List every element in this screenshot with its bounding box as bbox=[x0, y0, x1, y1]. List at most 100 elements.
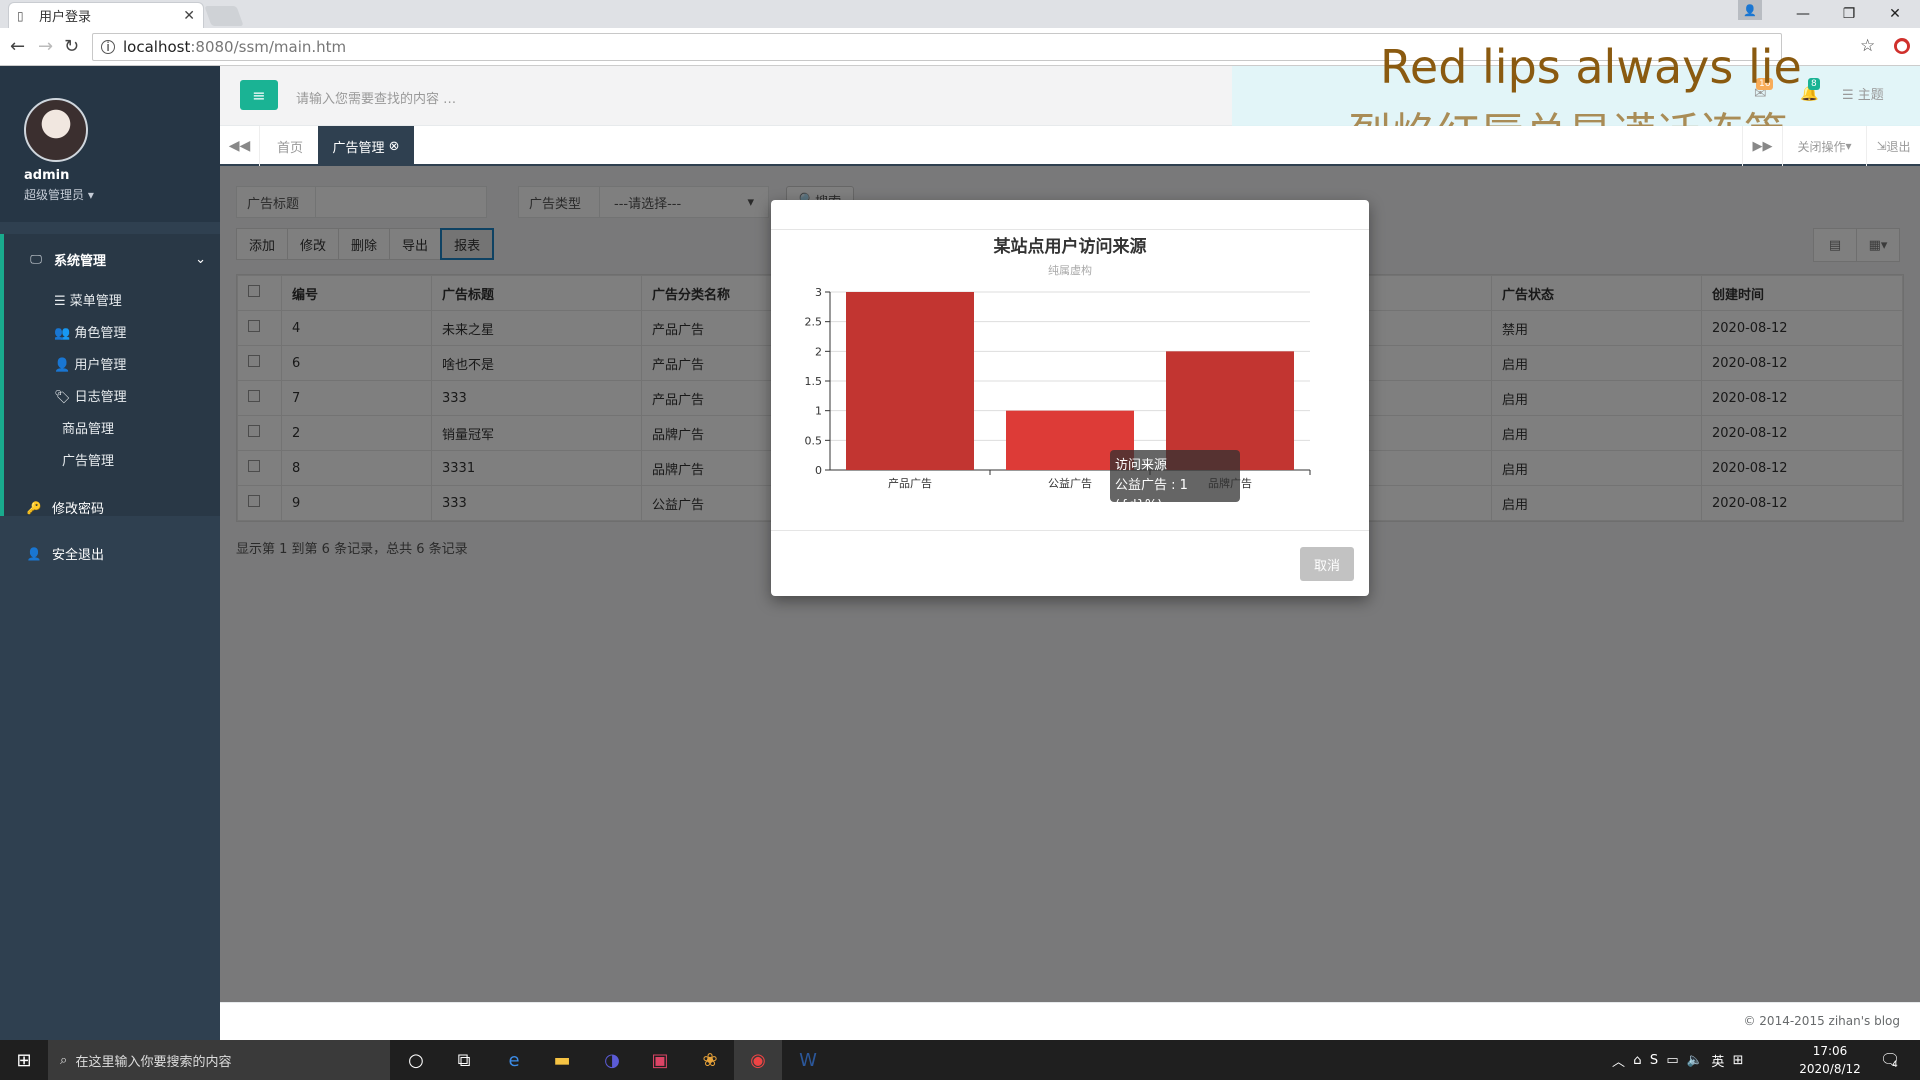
tooltip-title: 访问来源 bbox=[1115, 458, 1168, 473]
volume-icon[interactable]: 🔈 bbox=[1687, 1053, 1703, 1068]
sidebar-item-system[interactable]: 🖵 系统管理 ⌄ bbox=[26, 250, 206, 269]
user-role: 超级管理员 bbox=[24, 188, 85, 202]
taskbar-clock[interactable]: 17:06 2020/8/12 bbox=[1790, 1042, 1870, 1078]
app-icon[interactable]: ▣ bbox=[636, 1040, 684, 1080]
forward-icon[interactable]: → bbox=[38, 36, 53, 57]
word-icon[interactable]: W bbox=[784, 1040, 832, 1080]
tab-scroll-left-button[interactable]: ◀◀ bbox=[220, 126, 260, 166]
avatar[interactable] bbox=[24, 98, 88, 162]
caret-down-icon: ▾ bbox=[1845, 139, 1852, 153]
skype-icon[interactable]: S bbox=[1650, 1053, 1658, 1068]
chevron-down-icon: ⌄ bbox=[195, 252, 206, 267]
system-tray: ︿ ⌂ S ▭ 🔈 英 ⊞ bbox=[1612, 1040, 1744, 1080]
edge-icon[interactable]: e bbox=[490, 1040, 538, 1080]
key-icon: 🔑 bbox=[26, 500, 42, 515]
sidebar-item-goods[interactable]: 商品管理 bbox=[62, 418, 114, 437]
windows-start-icon[interactable]: ⊞ bbox=[0, 1040, 48, 1080]
eclipse-icon[interactable]: ◑ bbox=[588, 1040, 636, 1080]
sidebar-item-change-password[interactable]: 🔑 修改密码 bbox=[24, 498, 105, 518]
network-icon[interactable]: ⌂ bbox=[1633, 1053, 1641, 1068]
chart-tooltip: 访问来源 公益广告 : 1 ({d}%) bbox=[1110, 450, 1240, 513]
tab-title: 用户登录 bbox=[39, 10, 92, 25]
taskbar-search[interactable]: ⌕ 在这里输入你要搜索的内容 bbox=[48, 1040, 390, 1080]
y-tick-label: 2 bbox=[815, 345, 822, 358]
cancel-button[interactable]: 取消 bbox=[1300, 547, 1354, 581]
browser-titlebar bbox=[0, 0, 1920, 28]
close-operations-dropdown[interactable]: 关闭操作 ▾ bbox=[1782, 126, 1866, 166]
logout-button[interactable]: ⇲ 退出 bbox=[1866, 126, 1920, 166]
bars-icon: ≡ bbox=[252, 85, 266, 105]
sidebar-item-user[interactable]: 👤 用户管理 bbox=[54, 354, 126, 373]
tab-ad-management[interactable]: 广告管理 ⊗ bbox=[318, 126, 414, 166]
info-icon[interactable]: i bbox=[101, 40, 115, 54]
bookmark-star-icon[interactable]: ☆ bbox=[1860, 36, 1875, 56]
battery-icon[interactable]: ▭ bbox=[1666, 1053, 1678, 1068]
sign-out-icon: ⇲ bbox=[1876, 139, 1887, 153]
user-role-dropdown[interactable]: 超级管理员 ▾ bbox=[24, 186, 94, 203]
taskbar-search-placeholder: 在这里输入你要搜索的内容 bbox=[75, 1054, 232, 1070]
chart-subtitle: 纯属虚构 bbox=[1048, 263, 1092, 277]
watermark-line-1: Red lips always lie bbox=[1380, 40, 1802, 94]
sidebar-item-label: 修改密码 bbox=[52, 502, 105, 517]
photos-icon[interactable]: ❀ bbox=[686, 1040, 734, 1080]
chart-title: 某站点用户访问来源 bbox=[994, 236, 1147, 257]
modal-header bbox=[771, 200, 1369, 230]
ime-indicator[interactable]: 英 bbox=[1711, 1051, 1724, 1070]
sidebar-item-role[interactable]: 👥 角色管理 bbox=[54, 322, 126, 341]
reload-icon[interactable]: ↻ bbox=[64, 36, 79, 57]
chart-y-axis: 0 0.5 1 1.5 2 2.5 3 bbox=[805, 286, 831, 477]
sidebar-item-menu[interactable]: ☰ 菜单管理 bbox=[54, 290, 122, 309]
search-icon: ⌕ bbox=[60, 1052, 68, 1068]
user-icon: 👤 bbox=[54, 358, 71, 373]
extension-icon[interactable]: ⬤ bbox=[1894, 38, 1910, 54]
profile-icon[interactable]: 👤 bbox=[1738, 0, 1762, 20]
sidebar-item-label: 商品管理 bbox=[62, 422, 115, 437]
new-tab-button[interactable] bbox=[204, 6, 244, 26]
sidebar-item-ads[interactable]: 广告管理 bbox=[62, 450, 114, 469]
chevron-up-icon[interactable]: ︿ bbox=[1612, 1051, 1625, 1070]
page-icon: ▯ bbox=[17, 8, 24, 23]
sidebar-item-label: 广告管理 bbox=[62, 454, 115, 469]
theme-label: 主题 bbox=[1857, 88, 1884, 103]
tab-scroll-right-button[interactable]: ▶▶ bbox=[1742, 126, 1782, 166]
chart-bar[interactable] bbox=[846, 292, 974, 470]
notification-count: 4 bbox=[1892, 1060, 1898, 1070]
task-view-icon[interactable]: ⧉ bbox=[440, 1040, 488, 1080]
cortana-icon[interactable]: ○ bbox=[392, 1040, 440, 1080]
sidebar-item-log[interactable]: 🏷 日志管理 bbox=[54, 386, 127, 405]
copyright: © 2014-2015 zihan's blog bbox=[1743, 1014, 1900, 1028]
access-source-chart: 某站点用户访问来源 纯属虚构 00.511.522.53 产品广告公益广告品牌广… bbox=[805, 236, 1311, 490]
browser-tab[interactable]: ▯ 用户登录 ✕ bbox=[8, 2, 204, 28]
restore-button[interactable]: ❐ bbox=[1826, 0, 1872, 28]
sidebar-item-logout[interactable]: 👤 安全退出 bbox=[24, 544, 105, 564]
y-tick-label: 0.5 bbox=[805, 434, 823, 447]
footer bbox=[220, 1002, 1920, 1040]
sidebar-item-label: 菜单管理 bbox=[69, 294, 122, 309]
tab-label: 广告管理 bbox=[332, 140, 385, 156]
clock-date: 2020/8/12 bbox=[1799, 1062, 1861, 1076]
sliders-icon: ☰ bbox=[54, 294, 66, 309]
tab-close-icon[interactable]: ✕ bbox=[183, 8, 195, 24]
url-path: :8080/ssm/main.htm bbox=[190, 38, 347, 56]
x-tick-label: 产品广告 bbox=[888, 476, 932, 490]
close-window-button[interactable]: ✕ bbox=[1872, 0, 1918, 28]
keyboard-icon[interactable]: ⊞ bbox=[1733, 1053, 1744, 1068]
x-tick-label: 公益广告 bbox=[1048, 476, 1092, 490]
system-menu bbox=[0, 234, 220, 516]
tags-icon: 🏷 bbox=[54, 390, 71, 405]
file-explorer-icon[interactable]: ▬ bbox=[538, 1040, 586, 1080]
modal-footer bbox=[771, 530, 1369, 596]
minimize-button[interactable]: — bbox=[1780, 0, 1826, 28]
sidebar-item-label: 日志管理 bbox=[74, 390, 127, 405]
menu-toggle-button[interactable]: ≡ bbox=[240, 80, 278, 110]
content-tabs-bar bbox=[220, 126, 1920, 166]
users-icon: 👥 bbox=[54, 326, 71, 341]
tab-home[interactable]: 首页 bbox=[262, 126, 318, 166]
chrome-icon[interactable]: ◉ bbox=[734, 1040, 782, 1080]
theme-button[interactable]: ☰ 主题 bbox=[1842, 84, 1884, 103]
y-tick-label: 3 bbox=[815, 286, 822, 299]
back-icon[interactable]: ← bbox=[10, 36, 25, 57]
backward-icon: ◀◀ bbox=[228, 138, 251, 154]
close-circle-icon[interactable]: ⊗ bbox=[389, 139, 400, 154]
top-search-input[interactable]: 请输入您需要查找的内容 … bbox=[296, 88, 456, 107]
